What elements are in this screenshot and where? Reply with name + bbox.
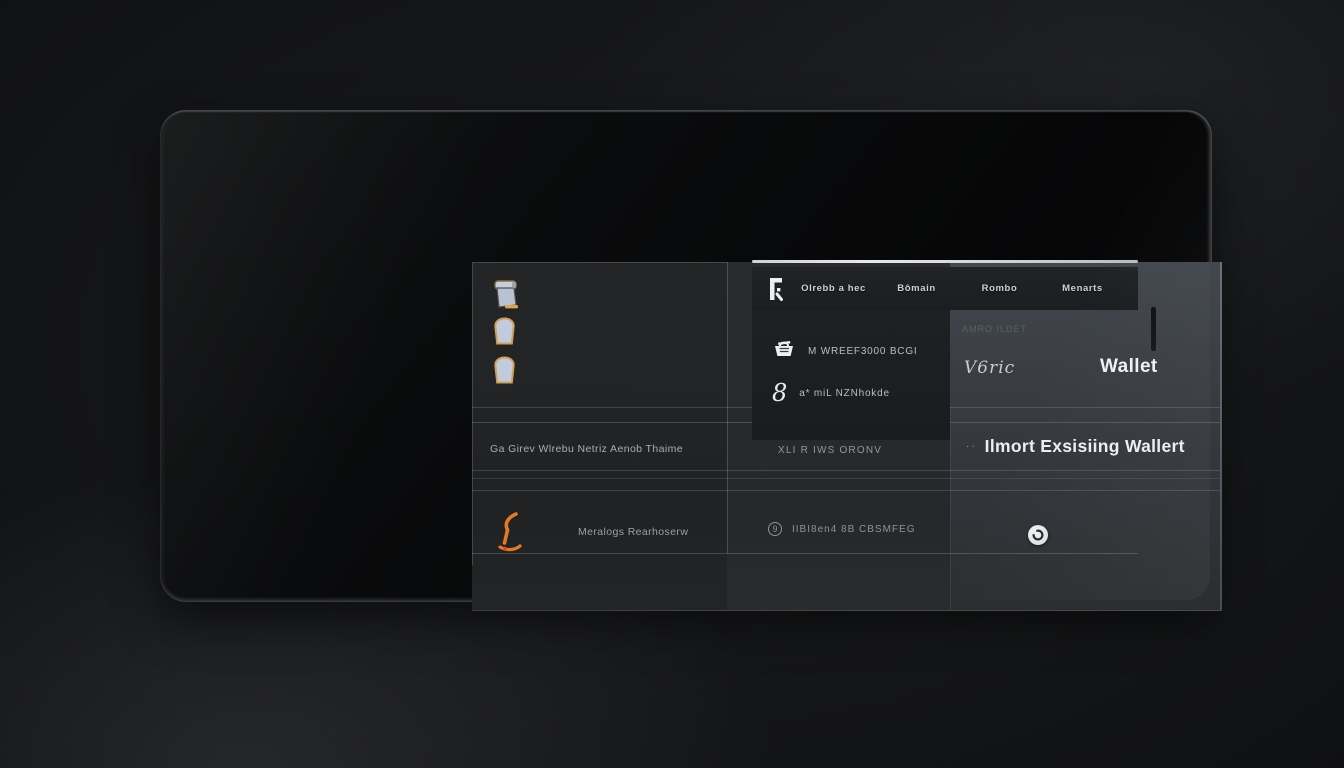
tab-4[interactable]: Menarts — [1041, 283, 1124, 294]
row-divider — [472, 478, 1220, 479]
faint-header-label: AMRO ILDET — [962, 324, 1027, 334]
row-divider — [472, 553, 1138, 554]
top-border-line — [472, 262, 728, 263]
help-swirl-button[interactable] — [1028, 525, 1048, 545]
wallet-app-screen: Olrebb a hec Bômain Rombo Menarts M WREE… — [472, 262, 1223, 611]
basket-icon — [772, 339, 796, 363]
menu-item-label: M WREEF3000 BCGI — [808, 346, 918, 357]
tab-3[interactable]: Rombo — [958, 283, 1041, 294]
scrollbar-thumb[interactable] — [1151, 307, 1156, 351]
menu-item-1[interactable]: M WREEF3000 BCGI — [752, 331, 950, 371]
bottom-left-caption: Meralogs Rearhoserw — [578, 526, 688, 538]
help-swirl-icon — [1032, 529, 1044, 541]
wallet-label[interactable]: Wallet — [1100, 356, 1158, 378]
right-border-line — [1220, 262, 1222, 611]
top-highlight-line — [752, 260, 1138, 263]
panel-bottom-edge — [472, 610, 1220, 611]
bottom-center-caption: IIBI8en4 8B CBSMFEG — [792, 524, 916, 535]
right-column-divider-line — [950, 407, 951, 611]
tab-2[interactable]: Bômain — [875, 283, 958, 294]
import-existing-wallet-button[interactable]: ·· Ilmort Exsisiing Wallert — [966, 436, 1185, 457]
left-row-caption: Ga Girev Wlrebu Netriz Aenob Thaime — [490, 443, 722, 455]
wallet-dropdown-menu: M WREEF3000 BCGI 8 a* miL NZNhokde — [752, 310, 950, 440]
row-divider — [472, 490, 1220, 491]
tab-1[interactable]: Olrebb a hec — [792, 283, 875, 294]
import-label: Ilmort Exsisiing Wallert — [985, 436, 1185, 457]
figure-eight-icon: 8 — [772, 383, 787, 403]
bottom-center-item[interactable]: 9 IIBI8en4 8B CBSMFEG — [768, 522, 916, 536]
orange-flame-icon[interactable] — [496, 510, 526, 559]
top-nav-bar: Olrebb a hec Bômain Rombo Menarts — [752, 267, 1138, 310]
left-border-line — [472, 262, 473, 565]
bracket-icon — [766, 275, 792, 303]
center-row-caption: XLI R IWS ORONV — [778, 445, 882, 456]
verify-label[interactable]: V6ric — [964, 358, 1015, 378]
row-divider — [472, 470, 1220, 471]
tablet-device-frame: Olrebb a hec Bômain Rombo Menarts M WREE… — [160, 110, 1212, 602]
menu-item-2[interactable]: 8 a* miL NZNhokde — [752, 375, 950, 411]
shield-icon[interactable] — [492, 356, 517, 390]
circled-nine-icon: 9 — [768, 522, 782, 536]
import-bullet-dots: ·· — [966, 441, 977, 452]
shield-icon[interactable] — [492, 317, 517, 351]
scroll-icon[interactable] — [492, 278, 520, 317]
menu-item-label: a* miL NZNhokde — [799, 388, 890, 399]
